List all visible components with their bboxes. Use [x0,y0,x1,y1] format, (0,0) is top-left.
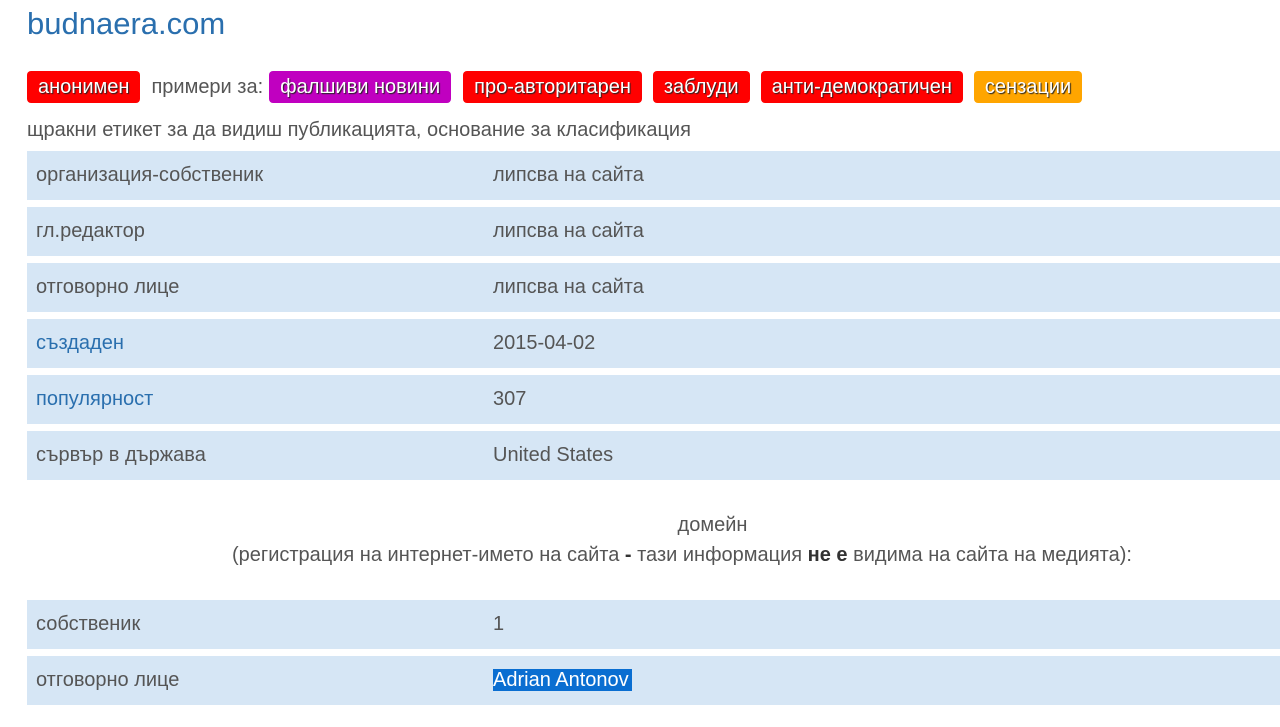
domain-note-middle: тази информация [637,544,803,566]
tag-anonymous[interactable]: анонимен [27,71,141,103]
site-info-table: организация-собственик липсва на сайта г… [27,151,1280,487]
editor-in-chief-value: липсва на сайта [493,220,644,242]
popularity-link[interactable]: популярност [27,388,493,411]
table-row: отговорно лице липсва на сайта [27,263,1280,312]
server-country-label: сървър в държава [36,444,206,466]
domain-responsible-value[interactable]: Adrian Antonov [493,669,632,691]
domain-responsible-label: отговорно лице [36,669,180,691]
domain-note: (регистрация на интернет-името на сайта … [232,542,1132,568]
tag-pro-authoritarian[interactable]: про-авторитарен [463,71,642,103]
table-row: собственик 1 [27,600,1280,649]
popularity-value: 307 [493,388,527,410]
site-title-link[interactable]: budnaera.com [27,6,225,42]
domain-owner-value: 1 [493,613,505,635]
editor-in-chief-label: гл.редактор [36,220,145,242]
tag-fake-news[interactable]: фалшиви новини [269,71,452,103]
table-row: създаден 2015-04-02 [27,319,1280,368]
tag-delusions[interactable]: заблуди [652,71,750,103]
created-link[interactable]: създаден [27,332,493,355]
table-row: сървър в държава United States [27,431,1280,480]
domain-owner-label: собственик [36,613,141,635]
hint-text: щракни етикет за да видиш публикацията, … [27,119,691,141]
page: budnaera.com анонимен примери за: фалшив… [0,0,1280,727]
table-row: популярност 307 [27,375,1280,424]
tag-anti-democratic[interactable]: анти-демократичен [760,71,963,103]
domain-note-dash: - [624,544,632,566]
tag-sensations[interactable]: сензации [973,71,1083,103]
tags-row: анонимен примери за: фалшиви новини про-… [27,71,1083,103]
responsible-person-value: липсва на сайта [493,276,644,298]
domain-info-table: собственик 1 отговорно лице Adrian Anton… [27,600,1280,712]
domain-note-end: видима на сайта на медията): [853,544,1132,566]
domain-note-start: (регистрация на интернет-името на сайта [232,544,620,566]
owner-organization-value: липсва на сайта [493,164,644,186]
domain-responsible-cell: Adrian Antonov [493,669,1280,692]
table-row: гл.редактор липсва на сайта [27,207,1280,256]
domain-note-emphasis: не е [807,544,848,566]
table-row: отговорно лице Adrian Antonov [27,656,1280,705]
responsible-person-label: отговорно лице [36,276,180,298]
owner-organization-label: организация-собственик [36,164,264,186]
domain-heading: домейн [677,514,748,536]
server-country-value: United States [493,444,614,466]
created-value: 2015-04-02 [493,332,596,354]
table-row: организация-собственик липсва на сайта [27,151,1280,200]
examples-label: примери за: [151,75,264,98]
